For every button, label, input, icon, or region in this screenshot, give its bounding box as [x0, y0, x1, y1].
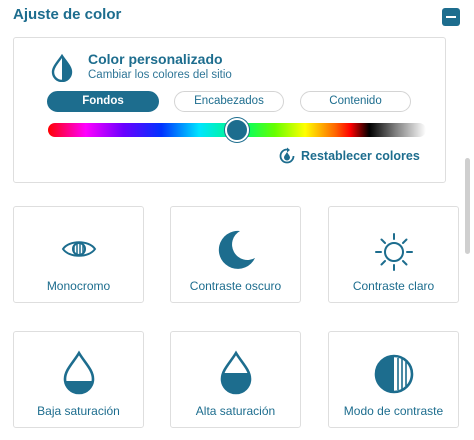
card-subtitle: Cambiar los colores del sitio	[88, 69, 232, 81]
tile-contraste-oscuro[interactable]: Contraste oscuro	[170, 206, 301, 303]
contrast-icon	[374, 354, 413, 394]
minus-icon[interactable]	[442, 8, 460, 26]
reset-icon	[279, 147, 295, 164]
custom-color-card: Color personalizado Cambiar los colores …	[13, 37, 446, 183]
eye-icon	[61, 241, 96, 257]
panel-header: Ajuste de color	[0, 0, 474, 32]
tab-encabezados[interactable]: Encabezados	[174, 91, 284, 112]
tile-label: Modo de contraste	[343, 404, 444, 418]
scrollbar[interactable]	[465, 158, 470, 254]
sun-icon	[374, 233, 413, 271]
reset-colors-button[interactable]: Restablecer colores	[278, 146, 420, 166]
panel-title: Ajuste de color	[13, 6, 122, 23]
tile-label: Contraste claro	[352, 279, 435, 293]
card-title: Color personalizado	[88, 51, 223, 67]
tile-alta-saturacion[interactable]: Alta saturación	[170, 331, 301, 428]
moon-icon	[218, 230, 255, 269]
drop-half-icon	[51, 54, 73, 82]
drop-low-icon	[63, 350, 94, 395]
color-slider-thumb[interactable]	[225, 118, 249, 142]
reset-colors-label: Restablecer colores	[301, 149, 420, 163]
tab-fondos[interactable]: Fondos	[47, 91, 159, 112]
tile-label: Monocromo	[46, 279, 111, 293]
tile-modo-de-contraste[interactable]: Modo de contraste	[328, 331, 459, 428]
tile-baja-saturacion[interactable]: Baja saturación	[13, 331, 144, 428]
drop-high-icon	[220, 350, 251, 395]
tile-label: Baja saturación	[37, 404, 120, 418]
tile-monocromo[interactable]: Monocromo	[13, 206, 144, 303]
tab-contenido[interactable]: Contenido	[300, 91, 411, 112]
tile-label: Contraste oscuro	[189, 279, 282, 293]
tile-label: Alta saturación	[195, 404, 276, 418]
tile-contraste-claro[interactable]: Contraste claro	[328, 206, 459, 303]
